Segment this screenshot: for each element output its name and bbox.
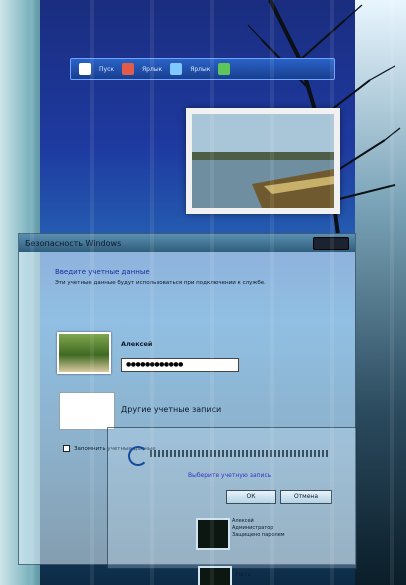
account-tile-admin[interactable] <box>196 518 230 550</box>
account-admin-status: Защищено паролем <box>232 532 285 538</box>
account-tile-guest[interactable] <box>198 566 232 585</box>
screen: Пуск Ярлык Ярлык Безопасность Windows Вв… <box>0 0 406 585</box>
close-button[interactable] <box>313 236 349 250</box>
inner-dialog: Выберите учетную запись ОК Отмена <box>107 427 357 569</box>
taskbar-start-label[interactable]: Пуск <box>99 66 114 73</box>
globe-icon[interactable] <box>170 63 183 75</box>
ok-button[interactable]: ОК <box>226 490 276 504</box>
folder-icon[interactable] <box>122 63 134 75</box>
photo-card <box>186 108 340 214</box>
other-accounts-label[interactable]: Другие учетные записи <box>121 405 221 414</box>
background-right-panel <box>355 0 406 585</box>
dialog-title: Безопасность Windows <box>25 238 122 248</box>
dialog-subtext: Эти учетные данные будут использоваться … <box>55 280 266 286</box>
account-name: Алексей <box>121 340 153 348</box>
dialog-titlebar: Безопасность Windows <box>19 234 355 252</box>
loading-icon <box>128 446 148 466</box>
other-accounts-avatar[interactable] <box>59 392 115 430</box>
credentials-dialog: Безопасность Windows Введите учетные дан… <box>18 233 357 569</box>
media-icon[interactable] <box>218 63 231 75</box>
account-admin-role: Администратор <box>232 525 274 531</box>
cancel-button[interactable]: Отмена <box>280 490 332 504</box>
taskbar-item-1[interactable]: Ярлык <box>142 66 162 73</box>
account-guest-name: Гость <box>236 572 251 578</box>
password-field[interactable]: ●●●●●●●●●●●● <box>121 358 239 372</box>
choose-account-link[interactable]: Выберите учетную запись <box>188 472 271 479</box>
dialog-heading: Введите учетные данные <box>55 268 150 276</box>
taskbar-item-2[interactable]: Ярлык <box>190 66 210 73</box>
remember-checkbox[interactable] <box>63 445 70 452</box>
status-text-placeholder <box>150 450 330 457</box>
windows-logo-icon[interactable] <box>79 63 91 75</box>
user-avatar[interactable] <box>57 332 111 374</box>
account-tile-admin-text: Алексей Администратор Защищено паролем <box>232 518 285 539</box>
landscape-photo <box>192 114 334 208</box>
account-admin-name: Алексей <box>232 518 254 524</box>
taskbar: Пуск Ярлык Ярлык <box>70 58 335 80</box>
